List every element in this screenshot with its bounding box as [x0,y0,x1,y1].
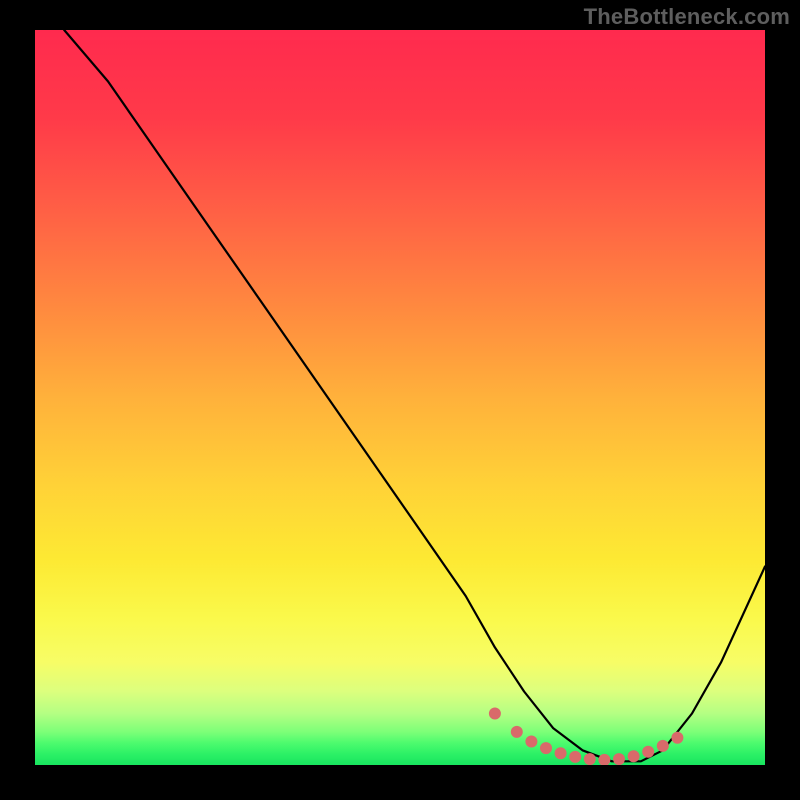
marker-dot [643,746,654,757]
marker-dot [555,748,566,759]
marker-dot [511,726,522,737]
marker-dot [526,736,537,747]
marker-dot [657,740,668,751]
marker-dot [672,732,683,743]
plot-area [35,30,765,765]
marker-dot [628,751,639,762]
chart-frame: TheBottleneck.com [0,0,800,800]
marker-dot [489,708,500,719]
watermark-text: TheBottleneck.com [584,4,790,30]
optimal-range-markers [489,708,683,765]
marker-dot [599,754,610,765]
marker-dot [614,754,625,765]
chart-svg [35,30,765,765]
marker-dot [584,754,595,765]
marker-dot [541,743,552,754]
marker-dot [570,751,581,762]
bottleneck-curve [64,30,765,761]
